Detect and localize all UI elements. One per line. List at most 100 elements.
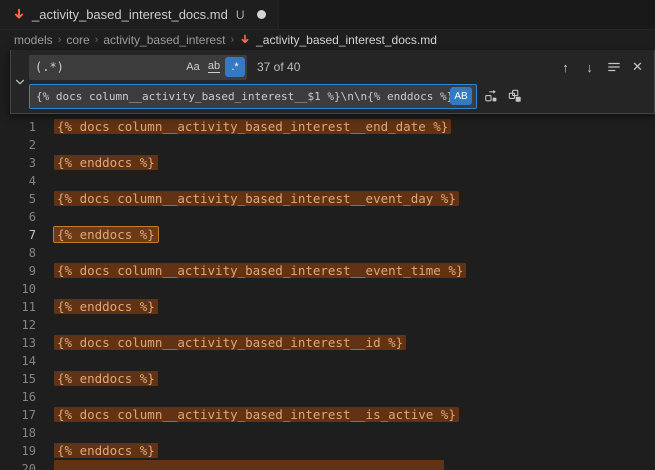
line-content: {% docs column__activity_based_interest_… — [57, 118, 451, 136]
editor-line[interactable]: 1 {% docs column__activity_based_interest… — [0, 118, 655, 136]
chevron-right-icon: › — [58, 34, 62, 46]
line-number: 17 — [0, 406, 36, 424]
breadcrumb-item-core[interactable]: core — [66, 33, 89, 47]
editor-line[interactable]: 8 — [0, 244, 655, 262]
editor-line[interactable]: 7{% enddocs %} — [0, 226, 655, 244]
line-number: 6 — [0, 208, 36, 226]
next-match-button[interactable]: ↓ — [579, 57, 600, 78]
find-row: (.*) Aa ab .* 37 of 40 ↑ ↓ — [29, 54, 648, 80]
git-status-badge: U — [236, 8, 245, 22]
replace-all-icon — [508, 89, 522, 103]
line-number: 12 — [0, 316, 36, 334]
line-number: 13 — [0, 334, 36, 352]
editor-line[interactable]: 9 {% docs column__activity_based_interest… — [0, 262, 655, 280]
editor-line[interactable]: 6 — [0, 208, 655, 226]
previous-match-button[interactable]: ↑ — [555, 57, 576, 78]
file-type-icon — [239, 34, 251, 46]
line-number: 1 — [0, 118, 36, 136]
selection-lines-icon — [607, 60, 621, 74]
editor-line[interactable]: 10 — [0, 280, 655, 298]
line-number: 18 — [0, 424, 36, 442]
line-content: {% docs column__activity_based_interest_… — [57, 190, 459, 208]
match-case-toggle[interactable]: Aa — [183, 57, 203, 77]
toggle-replace-button[interactable] — [11, 50, 29, 113]
breadcrumb-item-activity-based-interest[interactable]: activity_based_interest — [103, 33, 225, 47]
preserve-case-icon: AB — [454, 91, 467, 102]
line-number: 4 — [0, 172, 36, 190]
line-number: 3 — [0, 154, 36, 172]
line-number: 2 — [0, 136, 36, 154]
find-in-selection-button[interactable] — [603, 57, 624, 78]
regex-toggle[interactable]: .* — [225, 57, 245, 77]
editor-line[interactable]: 13 {% docs column__activity_based_interes… — [0, 334, 655, 352]
line-content: {% enddocs %} — [57, 226, 158, 244]
search-match: {% docs column__activity_based_interest_… — [54, 407, 459, 422]
breadcrumb-file-label: _activity_based_interest_docs.md — [256, 33, 437, 47]
line-number: 8 — [0, 244, 36, 262]
editor-line[interactable]: 18 — [0, 424, 655, 442]
replace-icon — [484, 89, 498, 103]
close-icon: ✕ — [632, 59, 643, 75]
line-number: 14 — [0, 352, 36, 370]
line-content: {% enddocs %} — [57, 298, 158, 316]
line-content: {% docs column__activity_based_interest_… — [57, 406, 459, 424]
replace-row: {% docs column__activity_based_interest_… — [29, 83, 648, 109]
search-match: {% enddocs %} — [54, 443, 158, 458]
match-case-icon: Aa — [186, 61, 199, 73]
find-input[interactable]: (.*) Aa ab .* — [29, 55, 247, 80]
editor-line[interactable]: 12 — [0, 316, 655, 334]
line-number: 19 — [0, 442, 36, 460]
arrow-down-icon: ↓ — [586, 60, 593, 75]
line-number: 11 — [0, 298, 36, 316]
tab-title: _activity_based_interest_docs.md — [32, 7, 228, 22]
breadcrumb-item-models[interactable]: models — [14, 33, 53, 47]
search-match: {% docs column__activity_based_interest_… — [54, 263, 466, 278]
editor-line[interactable]: 19 {% enddocs %} — [0, 442, 655, 460]
line-content: {% docs column__activity_based_interest_… — [57, 334, 406, 352]
chevron-right-icon: › — [230, 34, 234, 46]
find-input-value: (.*) — [35, 60, 64, 74]
editor-line[interactable]: 14 — [0, 352, 655, 370]
chevron-right-icon: › — [95, 34, 99, 46]
editor-line[interactable]: 20 — [0, 460, 655, 470]
editor-line[interactable]: 17 {% docs column__activity_based_interes… — [0, 406, 655, 424]
line-number: 5 — [0, 190, 36, 208]
replace-all-button[interactable] — [504, 86, 525, 107]
line-content: {% enddocs %} — [57, 370, 158, 388]
chevron-down-icon — [13, 75, 27, 89]
search-match: {% enddocs %} — [54, 371, 158, 386]
editor-tab[interactable]: _activity_based_interest_docs.md U — [0, 0, 279, 29]
search-match: {% docs column__activity_based_interest_… — [54, 191, 459, 206]
line-number: 20 — [0, 460, 36, 470]
line-number: 10 — [0, 280, 36, 298]
preserve-case-toggle[interactable]: AB — [450, 87, 472, 105]
arrow-up-icon: ↑ — [562, 60, 569, 75]
search-match: {% enddocs %} — [54, 299, 158, 314]
line-number: 9 — [0, 262, 36, 280]
replace-input[interactable]: {% docs column__activity_based_interest_… — [29, 84, 477, 109]
editor-line[interactable]: 5 {% docs column__activity_based_interest… — [0, 190, 655, 208]
search-match: {% enddocs %} — [54, 155, 158, 170]
close-find-button[interactable]: ✕ — [627, 57, 648, 78]
editor-line[interactable]: 2 — [0, 136, 655, 154]
line-content: {% enddocs %} — [57, 154, 158, 172]
editor-line[interactable]: 4 — [0, 172, 655, 190]
regex-icon: .* — [231, 61, 238, 73]
replace-input-value: {% docs column__activity_based_interest_… — [36, 90, 450, 103]
find-replace-widget: (.*) Aa ab .* 37 of 40 ↑ ↓ — [10, 50, 655, 114]
match-count: 37 of 40 — [257, 60, 300, 74]
tab-bar: _activity_based_interest_docs.md U — [0, 0, 655, 30]
editor-line[interactable]: 16 — [0, 388, 655, 406]
line-content: {% docs column__activity_based_interest_… — [57, 262, 466, 280]
whole-word-toggle[interactable]: ab — [204, 57, 224, 77]
current-search-match: {% enddocs %} — [54, 227, 158, 242]
breadcrumb: models › core › activity_based_interest … — [0, 30, 655, 50]
editor-line[interactable]: 15{% enddocs %} — [0, 370, 655, 388]
editor-line[interactable]: 11 {% enddocs %} — [0, 298, 655, 316]
unsaved-changes-dot[interactable] — [257, 10, 266, 19]
breadcrumb-item-file[interactable]: _activity_based_interest_docs.md — [239, 33, 437, 47]
editor-line[interactable]: 3 {% enddocs %} — [0, 154, 655, 172]
replace-button[interactable] — [480, 86, 501, 107]
search-match: {% docs column__activity_based_interest_… — [54, 119, 451, 134]
line-number: 16 — [0, 388, 36, 406]
